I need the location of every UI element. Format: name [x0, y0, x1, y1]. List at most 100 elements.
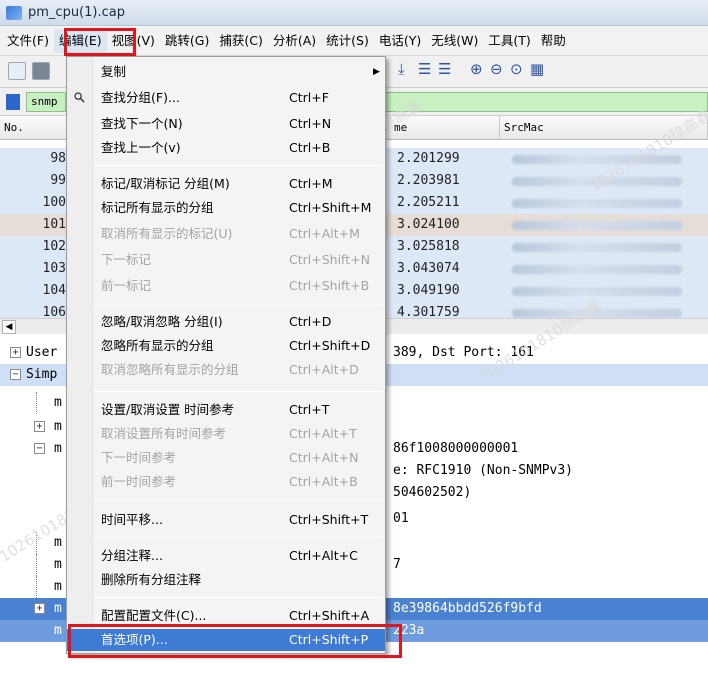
detail-tail: 504602502)	[393, 485, 472, 500]
autoscroll-icon[interactable]: ☰	[418, 60, 431, 78]
colorize-icon[interactable]: ☰	[438, 60, 451, 78]
expand-icon[interactable]: +	[34, 603, 45, 614]
packet-time: 2.201299	[397, 151, 460, 166]
menu-item-configuration-profiles[interactable]: 配置配置文件(C)... Ctrl+Shift+A	[67, 605, 385, 627]
detail-prefix: m	[54, 419, 62, 434]
menu-item-shortcut: Ctrl+Shift+P	[289, 632, 369, 647]
menu-item-next-time-reference[interactable]: 下一时间参考 Ctrl+Alt+N	[67, 447, 385, 469]
packet-no: 98	[50, 151, 66, 166]
menu-wireless[interactable]: 无线(W)	[426, 29, 483, 53]
detail-prefix: m	[54, 579, 62, 594]
menu-item-preferences[interactable]: 首选项(P)... Ctrl+Shift+P	[67, 629, 385, 651]
shark-fin-icon[interactable]	[8, 62, 26, 80]
menu-item-label: 取消设置所有时间参考	[101, 426, 227, 441]
collapse-icon[interactable]: −	[34, 443, 45, 454]
detail-prefix: m	[54, 441, 62, 456]
menu-item-shortcut: Ctrl+Shift+T	[289, 512, 369, 527]
blurred-src-mac	[512, 155, 682, 164]
menu-separator	[95, 391, 383, 392]
menu-item-label: 查找分组(F)...	[101, 90, 180, 105]
menu-item-find-packet[interactable]: 查找分组(F)... Ctrl+F	[67, 87, 385, 109]
blurred-src-mac	[512, 265, 682, 274]
menu-item-shortcut: Ctrl+Shift+B	[289, 278, 370, 293]
menu-item-shortcut: Ctrl+Shift+N	[289, 252, 370, 267]
menu-item-label: 查找下一个(N)	[101, 116, 183, 131]
menu-item-label: 取消所有显示的标记(U)	[101, 226, 233, 241]
menu-item-next-mark[interactable]: 下一标记 Ctrl+Shift+N	[67, 249, 385, 271]
zoom-normal-icon[interactable]: ⊙	[510, 60, 523, 78]
edit-menu-dropdown: 复制 ▶ 查找分组(F)... Ctrl+F 查找下一个(N) Ctrl+N 查…	[66, 56, 386, 654]
column-header-time[interactable]: me	[390, 116, 500, 140]
menu-item-find-next[interactable]: 查找下一个(N) Ctrl+N	[67, 113, 385, 135]
blurred-src-mac	[512, 287, 682, 296]
zoom-in-icon[interactable]: ⊕	[470, 60, 483, 78]
menu-item-label: 首选项(P)...	[101, 632, 168, 647]
menu-item-unignore-all-displayed[interactable]: 取消忽略所有显示的分组 Ctrl+Alt+D	[67, 359, 385, 381]
zoom-out-icon[interactable]: ⊖	[490, 60, 503, 78]
column-header-srcmac[interactable]: SrcMac	[500, 116, 708, 140]
menu-item-shortcut: Ctrl+N	[289, 116, 332, 131]
menu-item-ignore-packet[interactable]: 忽略/取消忽略 分组(I) Ctrl+D	[67, 311, 385, 333]
window-titlebar[interactable]: pm_cpu(1).cap	[0, 0, 708, 26]
bookmark-icon[interactable]	[6, 94, 20, 110]
menu-item-mark-all-displayed[interactable]: 标记所有显示的分组 Ctrl+Shift+M	[67, 197, 385, 219]
search-icon	[74, 92, 85, 103]
menu-view[interactable]: 视图(V)	[107, 29, 160, 53]
menu-item-find-previous[interactable]: 查找上一个(v) Ctrl+B	[67, 137, 385, 159]
menu-edit[interactable]: 编辑(E)	[53, 28, 107, 53]
resize-columns-icon[interactable]: ▦	[530, 60, 544, 78]
menu-item-shortcut: Ctrl+Alt+M	[289, 226, 360, 241]
menu-item-unset-all-time-references[interactable]: 取消设置所有时间参考 Ctrl+Alt+T	[67, 423, 385, 445]
detail-prefix: m	[54, 535, 62, 550]
menu-item-shortcut: Ctrl+M	[289, 176, 333, 191]
menu-item-ignore-all-displayed[interactable]: 忽略所有显示的分组 Ctrl+Shift+D	[67, 335, 385, 357]
packet-no: 103	[42, 261, 66, 276]
blurred-src-mac	[512, 221, 682, 230]
menu-item-packet-comment[interactable]: 分组注释... Ctrl+Alt+C	[67, 545, 385, 567]
packet-time: 4.301759	[397, 305, 460, 318]
menu-item-set-time-reference[interactable]: 设置/取消设置 时间参考 Ctrl+T	[67, 399, 385, 421]
menu-file[interactable]: 文件(F)	[2, 29, 54, 53]
menu-item-shortcut: Ctrl+Alt+D	[289, 362, 359, 377]
menu-item-label: 前一时间参考	[101, 474, 177, 489]
menu-tools[interactable]: 工具(T)	[483, 29, 535, 53]
packet-no: 101	[42, 217, 66, 232]
stop-capture-icon[interactable]	[32, 62, 50, 80]
menu-item-delete-all-comments[interactable]: 删除所有分组注释	[67, 569, 385, 591]
menu-help[interactable]: 帮助	[536, 29, 571, 53]
menu-item-shortcut: Ctrl+T	[289, 402, 330, 417]
go-last-icon[interactable]: ⤓	[398, 60, 405, 78]
menu-item-shortcut: Ctrl+D	[289, 314, 332, 329]
menu-separator	[95, 537, 383, 538]
packet-no: 100	[42, 195, 66, 210]
collapse-icon[interactable]: −	[10, 369, 21, 380]
menu-item-shortcut: Ctrl+Alt+B	[289, 474, 358, 489]
menu-telephony[interactable]: 电话(Y)	[374, 29, 426, 53]
display-filter-input[interactable]: snmp	[26, 92, 66, 112]
detail-tail: 389, Dst Port: 161	[393, 345, 534, 360]
display-filter-input-tail[interactable]	[380, 92, 708, 112]
packet-time: 2.203981	[397, 173, 460, 188]
column-header-no[interactable]: No.	[0, 116, 70, 140]
expand-icon[interactable]: +	[34, 421, 45, 432]
expand-icon[interactable]: +	[10, 347, 21, 358]
menu-analyze[interactable]: 分析(A)	[268, 29, 321, 53]
detail-tail: 86f1008000000001	[393, 441, 519, 456]
detail-prefix: User	[26, 345, 58, 360]
menu-separator	[95, 165, 383, 166]
menu-item-previous-time-reference[interactable]: 前一时间参考 Ctrl+Alt+B	[67, 471, 385, 493]
detail-tail: 8e39864bbdd526f9bfd	[393, 601, 542, 616]
menu-go[interactable]: 跳转(G)	[160, 29, 214, 53]
menu-capture[interactable]: 捕获(C)	[214, 29, 267, 53]
detail-tail: e: RFC1910 (Non-SNMPv3)	[393, 463, 574, 478]
menu-statistics[interactable]: 统计(S)	[321, 29, 374, 53]
menu-item-unmark-all-displayed[interactable]: 取消所有显示的标记(U) Ctrl+Alt+M	[67, 223, 385, 245]
menu-item-previous-mark[interactable]: 前一标记 Ctrl+Shift+B	[67, 275, 385, 297]
menu-item-label: 忽略/取消忽略 分组(I)	[101, 314, 223, 329]
menu-item-time-shift[interactable]: 时间平移... Ctrl+Shift+T	[67, 509, 385, 531]
menu-item-label: 下一时间参考	[101, 450, 177, 465]
menu-item-mark-packet[interactable]: 标记/取消标记 分组(M) Ctrl+M	[67, 173, 385, 195]
scroll-left-arrow-icon[interactable]: ◀	[2, 320, 16, 334]
menu-item-copy[interactable]: 复制 ▶	[67, 61, 385, 83]
menu-item-shortcut: Ctrl+Alt+C	[289, 548, 358, 563]
